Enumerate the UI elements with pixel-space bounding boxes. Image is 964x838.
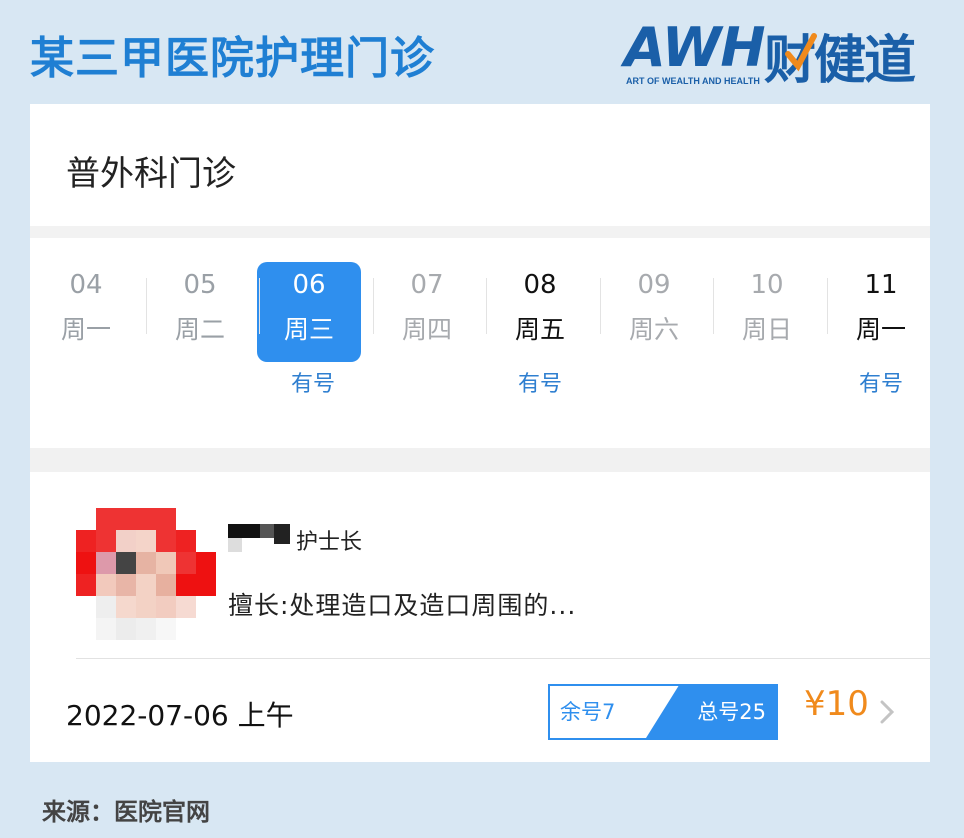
divider — [76, 658, 930, 659]
availability-label: 有号 — [517, 372, 562, 397]
date-number: 05 — [183, 270, 217, 300]
page-title: 某三甲医院护理门诊 — [30, 33, 435, 84]
date-number: 09 — [637, 270, 671, 300]
section-divider — [30, 448, 930, 472]
date-weekday: 周五 — [514, 315, 565, 344]
brand-subtitle: ART OF WEALTH AND HEALTH — [626, 76, 760, 86]
department-title: 普外科门诊 — [66, 154, 236, 194]
date-separator — [713, 278, 714, 334]
brand-logo: AWH 财健道 ART OF WEALTH AND HEALTH — [624, 14, 934, 91]
date-separator — [827, 278, 828, 334]
clinic-card: 普外科门诊 04 周一 05 周二 06 周三有号 07 周四 08 周五有号 09 周六 10 周日 11… — [30, 104, 930, 762]
date-tab[interactable]: 06 周三 — [257, 262, 361, 362]
date-weekday: 周三 — [283, 315, 334, 344]
quota-badge[interactable]: 余号7 总号25 — [548, 684, 778, 740]
brand-letters: AWH — [624, 16, 766, 79]
date-weekday: 周六 — [628, 315, 679, 344]
date-weekday: 周一 — [60, 315, 111, 344]
date-selector: 04 周一 05 周二 06 周三有号 07 周四 08 周五有号 09 周六 10 周日 11 周一有号 — [30, 238, 930, 448]
date-number: 08 — [523, 270, 557, 300]
date-tab[interactable]: 10 周日 — [715, 262, 819, 362]
date-tab[interactable]: 08 周五 — [488, 262, 592, 362]
source-caption: 来源：医院官网 — [42, 798, 210, 826]
date-tab[interactable]: 09 周六 — [602, 262, 706, 362]
avatar — [76, 508, 216, 640]
date-separator — [146, 278, 147, 334]
date-weekday: 周二 — [174, 315, 225, 344]
total-count: 总号25 — [697, 700, 766, 724]
date-separator — [259, 278, 260, 334]
date-separator — [600, 278, 601, 334]
slot-date: 2022-07-06 上午 — [66, 699, 294, 732]
date-number: 11 — [864, 270, 898, 300]
date-weekday: 周一 — [855, 315, 906, 344]
date-separator — [486, 278, 487, 334]
doctor-title: 护士长 — [296, 530, 363, 555]
date-number: 04 — [69, 270, 103, 300]
price[interactable]: ¥10 — [804, 684, 869, 724]
check-mark-icon — [785, 33, 817, 72]
chevron-right-icon[interactable] — [878, 698, 896, 726]
date-separator — [373, 278, 374, 334]
doctor-specialty: 擅长:处理造口及造口周围的... — [228, 591, 577, 620]
availability-label: 有号 — [290, 372, 335, 397]
date-number: 10 — [750, 270, 784, 300]
date-tab[interactable]: 07 周四 — [375, 262, 479, 362]
date-tab[interactable]: 11 周一 — [829, 262, 933, 362]
date-weekday: 周日 — [741, 315, 792, 344]
date-number: 06 — [292, 270, 326, 300]
remaining-count: 余号7 — [560, 700, 616, 724]
date-weekday: 周四 — [401, 315, 452, 344]
date-tab[interactable]: 04 周一 — [34, 262, 138, 362]
date-number: 07 — [410, 270, 444, 300]
date-tab[interactable]: 05 周二 — [148, 262, 252, 362]
availability-label: 有号 — [858, 372, 903, 397]
section-divider — [30, 226, 930, 238]
